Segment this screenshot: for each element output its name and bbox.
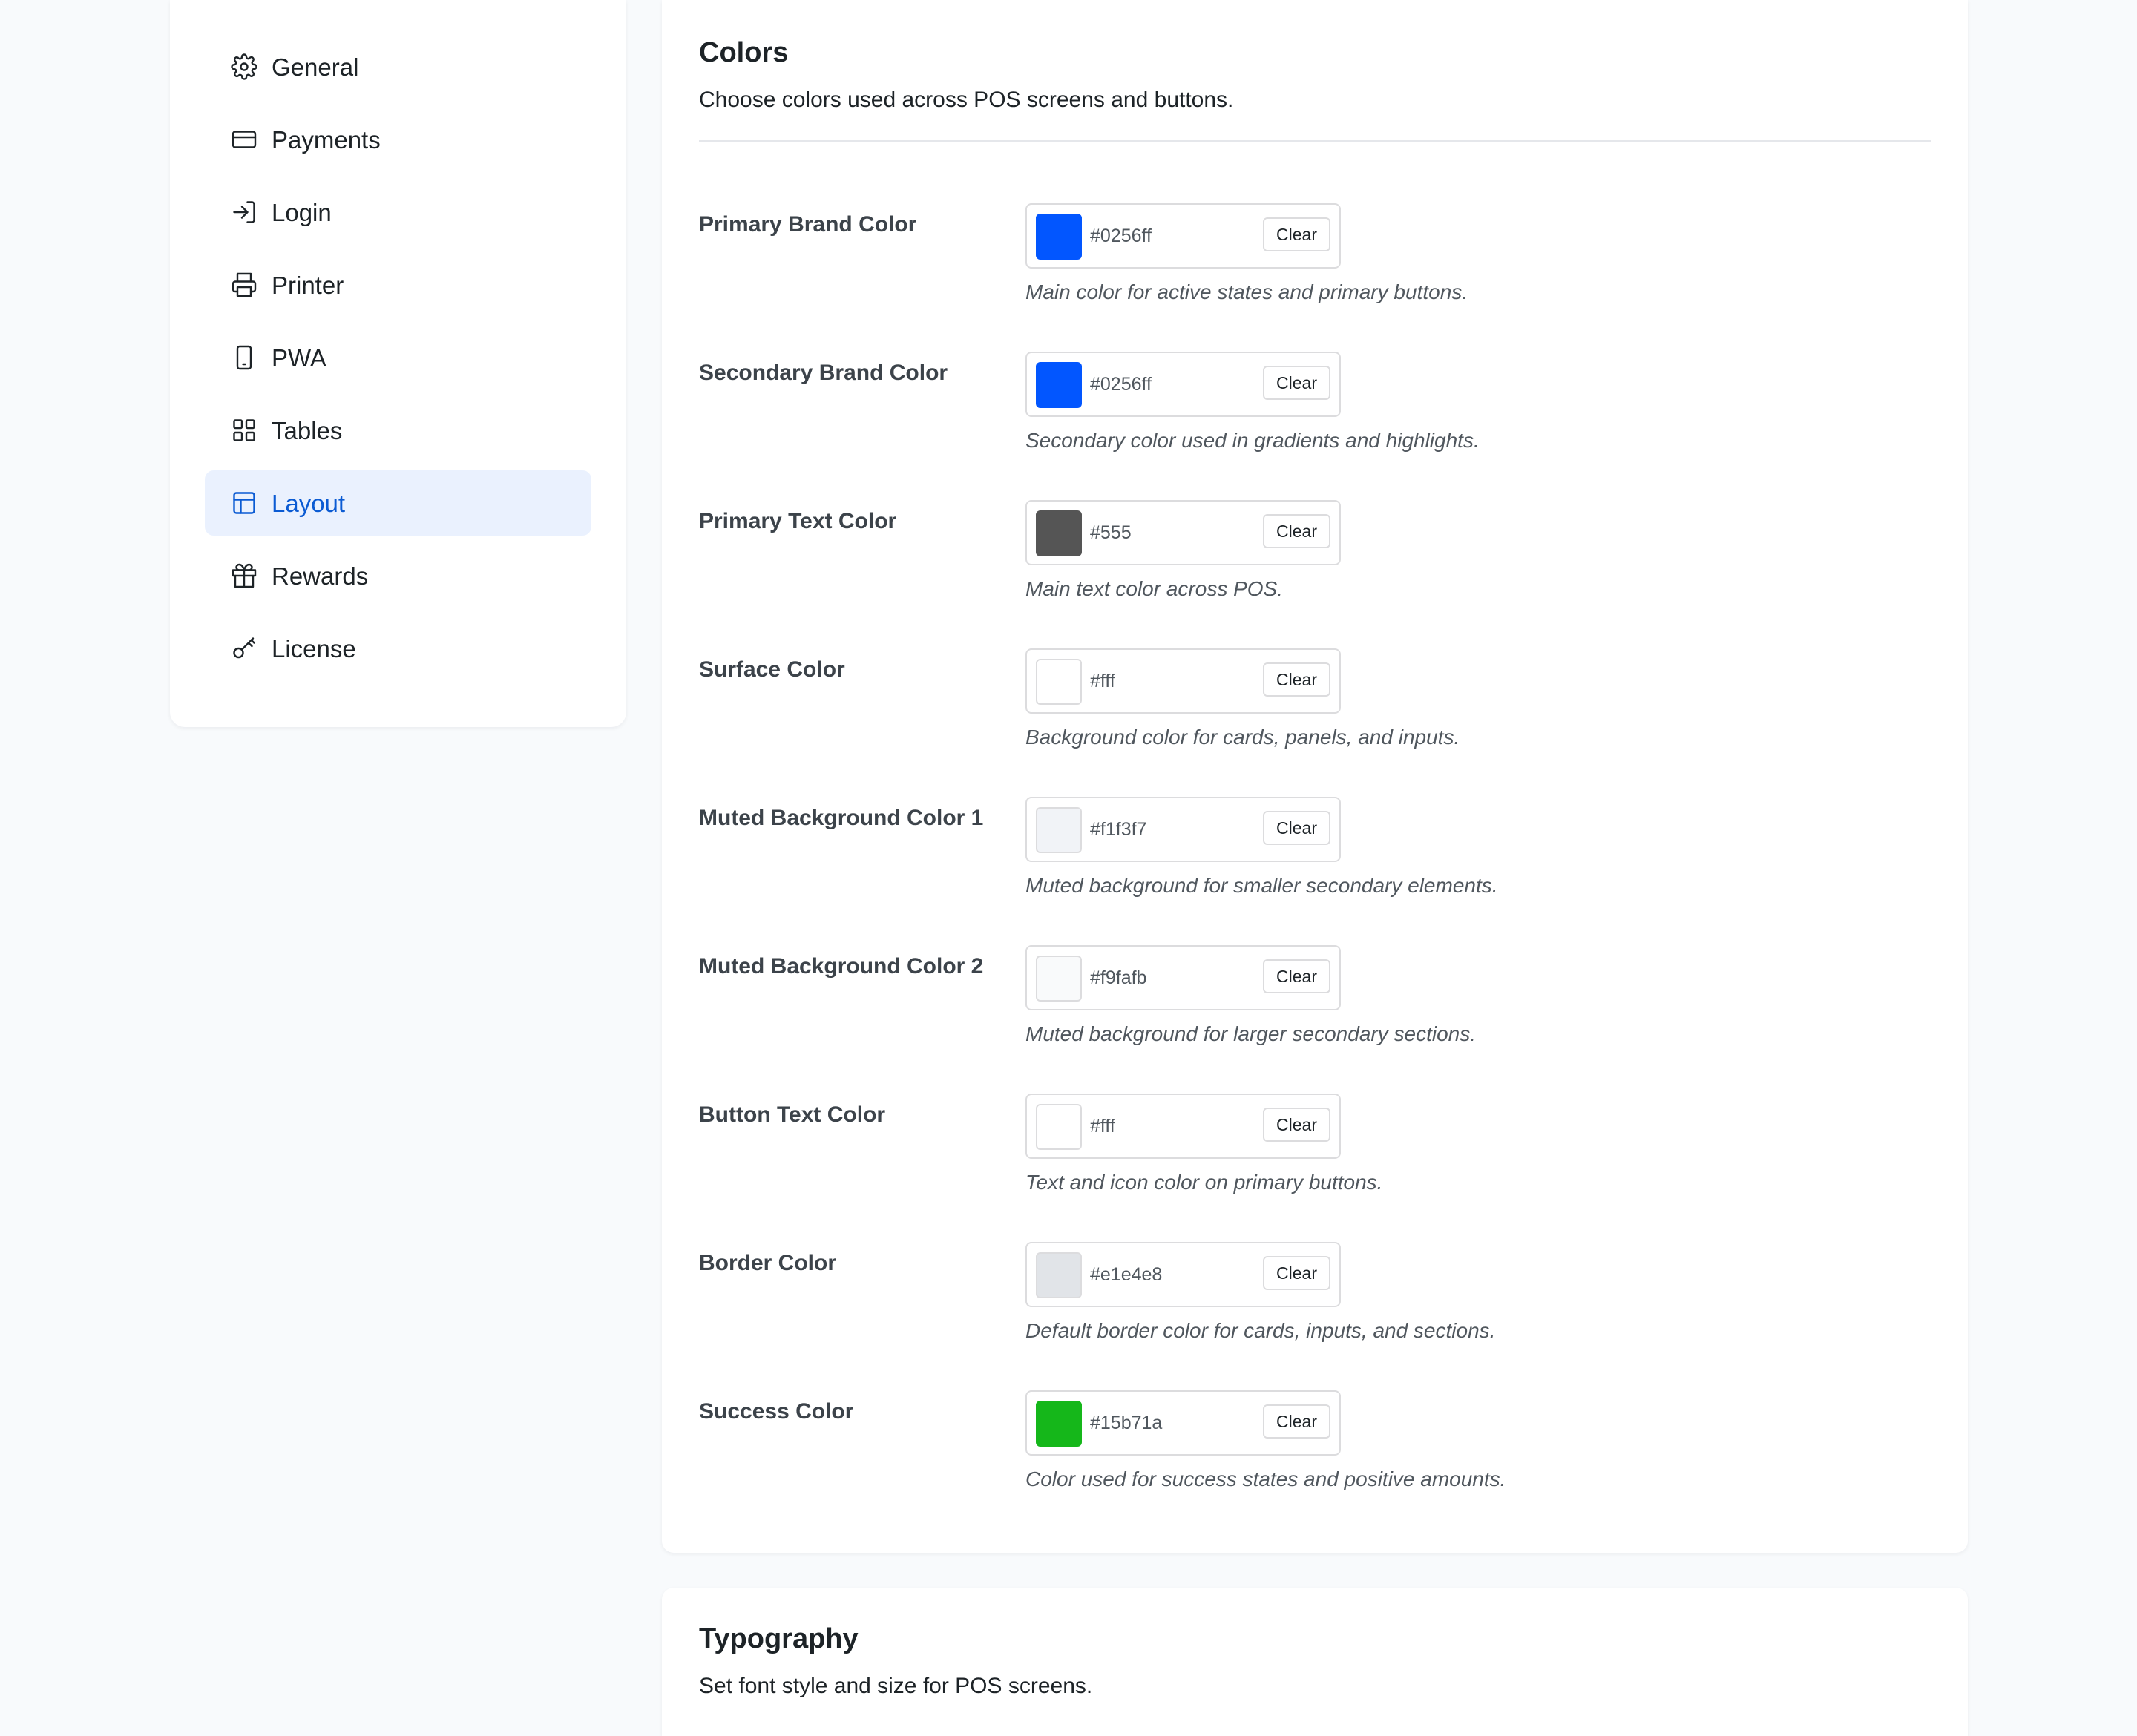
color-swatch[interactable] — [1036, 1252, 1082, 1298]
clear-button[interactable]: Clear — [1263, 1404, 1330, 1439]
clear-button[interactable]: Clear — [1263, 1256, 1330, 1290]
field-help-text: Main text color across POS. — [1025, 577, 1284, 600]
field-label: Muted Background Color 1 — [699, 806, 984, 830]
clear-button[interactable]: Clear — [1263, 662, 1330, 697]
color-hex-value[interactable]: #fff — [1090, 1116, 1115, 1137]
grid-icon — [230, 416, 258, 444]
colors-section: Colors Choose colors used across POS scr… — [662, 0, 1968, 1553]
color-picker-input[interactable]: #fff Clear — [1025, 1094, 1341, 1159]
field-help-text: Default border color for cards, inputs, … — [1025, 1319, 1496, 1342]
field-label: Primary Text Color — [699, 509, 897, 533]
credit-card-icon — [230, 125, 258, 154]
field-label: Surface Color — [699, 657, 845, 682]
sidebar-item-payments[interactable]: Payments — [205, 107, 591, 172]
sidebar-item-label: License — [272, 634, 356, 662]
sidebar-item-layout[interactable]: Layout — [205, 470, 591, 536]
clear-button[interactable]: Clear — [1263, 514, 1330, 548]
color-hex-value[interactable]: #0256ff — [1090, 226, 1152, 247]
field-label: Button Text Color — [699, 1102, 886, 1127]
sidebar-item-rewards[interactable]: Rewards — [205, 543, 591, 608]
sidebar-item-label: Payments — [272, 125, 381, 154]
color-hex-value[interactable]: #f9fafb — [1090, 967, 1146, 989]
color-swatch[interactable] — [1036, 1401, 1082, 1447]
sidebar-item-label: PWA — [272, 343, 326, 372]
sidebar-item-label: Printer — [272, 271, 344, 299]
login-icon — [230, 198, 258, 226]
section-title: Typography — [699, 1623, 859, 1654]
color-picker-input[interactable]: #15b71a Clear — [1025, 1390, 1341, 1456]
color-picker-input[interactable]: #f9fafb Clear — [1025, 945, 1341, 1010]
field-help-text: Main color for active states and primary… — [1025, 280, 1468, 303]
color-swatch[interactable] — [1036, 1104, 1082, 1150]
color-picker-input[interactable]: #0256ff Clear — [1025, 352, 1341, 417]
sidebar-item-label: Login — [272, 198, 332, 226]
color-hex-value[interactable]: #f1f3f7 — [1090, 819, 1146, 841]
color-hex-value[interactable]: #e1e4e8 — [1090, 1264, 1162, 1286]
field-help-text: Muted background for larger secondary se… — [1025, 1022, 1476, 1045]
field-primary-brand-color: Primary Brand Color #0256ff Clear Main c… — [662, 203, 1968, 329]
field-primary-text-color: Primary Text Color #555 Clear Main text … — [662, 500, 1968, 626]
color-picker-input[interactable]: #555 Clear — [1025, 500, 1341, 565]
field-help-text: Secondary color used in gradients and hi… — [1025, 429, 1480, 452]
sidebar-item-tables[interactable]: Tables — [205, 398, 591, 463]
color-swatch[interactable] — [1036, 362, 1082, 408]
field-label: Muted Background Color 2 — [699, 954, 984, 979]
clear-button[interactable]: Clear — [1263, 217, 1330, 251]
typography-section: Typography Set font style and size for P… — [662, 1588, 1968, 1736]
color-swatch[interactable] — [1036, 956, 1082, 1002]
sidebar-item-printer[interactable]: Printer — [205, 252, 591, 318]
sidebar-item-label: Layout — [272, 489, 346, 517]
field-label: Secondary Brand Color — [699, 361, 948, 385]
mobile-device-icon — [230, 343, 258, 372]
sidebar-item-label: Tables — [272, 416, 343, 444]
field-secondary-brand-color: Secondary Brand Color #0256ff Clear Seco… — [662, 352, 1968, 478]
clear-button[interactable]: Clear — [1263, 811, 1330, 845]
section-title: Colors — [699, 37, 789, 68]
color-swatch[interactable] — [1036, 510, 1082, 556]
field-label: Primary Brand Color — [699, 212, 917, 237]
sidebar-item-label: Rewards — [272, 562, 369, 590]
divider — [699, 140, 1931, 142]
field-help-text: Color used for success states and positi… — [1025, 1467, 1506, 1490]
field-help-text: Text and icon color on primary buttons. — [1025, 1171, 1383, 1194]
color-picker-input[interactable]: #f1f3f7 Clear — [1025, 797, 1341, 862]
sidebar-item-general[interactable]: General — [205, 34, 591, 99]
printer-icon — [230, 271, 258, 299]
section-description: Choose colors used across POS screens an… — [699, 88, 1234, 112]
field-label: Border Color — [699, 1251, 837, 1275]
clear-button[interactable]: Clear — [1263, 1108, 1330, 1142]
color-picker-input[interactable]: #0256ff Clear — [1025, 203, 1341, 269]
field-label: Success Color — [699, 1399, 854, 1424]
field-help-text: Muted background for smaller secondary e… — [1025, 874, 1498, 897]
sidebar-item-pwa[interactable]: PWA — [205, 325, 591, 390]
sidebar-item-login[interactable]: Login — [205, 180, 591, 245]
color-swatch[interactable] — [1036, 659, 1082, 705]
settings-sidebar: General Payments Login Printer PWA Table… — [170, 0, 626, 727]
field-muted-background-color-1: Muted Background Color 1 #f1f3f7 Clear M… — [662, 797, 1968, 923]
gift-icon — [230, 562, 258, 590]
color-hex-value[interactable]: #fff — [1090, 671, 1115, 692]
field-success-color: Success Color #15b71a Clear Color used f… — [662, 1390, 1968, 1516]
color-hex-value[interactable]: #15b71a — [1090, 1413, 1162, 1434]
layout-icon — [230, 489, 258, 517]
field-surface-color: Surface Color #fff Clear Background colo… — [662, 648, 1968, 775]
color-hex-value[interactable]: #555 — [1090, 522, 1132, 544]
section-description: Set font style and size for POS screens. — [699, 1674, 1093, 1698]
field-button-text-color: Button Text Color #fff Clear Text and ic… — [662, 1094, 1968, 1220]
color-swatch[interactable] — [1036, 807, 1082, 853]
sidebar-item-license[interactable]: License — [205, 616, 591, 681]
sidebar-item-label: General — [272, 53, 359, 81]
clear-button[interactable]: Clear — [1263, 366, 1330, 400]
color-picker-input[interactable]: #e1e4e8 Clear — [1025, 1242, 1341, 1307]
clear-button[interactable]: Clear — [1263, 959, 1330, 993]
color-picker-input[interactable]: #fff Clear — [1025, 648, 1341, 714]
color-swatch[interactable] — [1036, 214, 1082, 260]
color-hex-value[interactable]: #0256ff — [1090, 374, 1152, 395]
key-icon — [230, 634, 258, 662]
field-muted-background-color-2: Muted Background Color 2 #f9fafb Clear M… — [662, 945, 1968, 1071]
gear-icon — [230, 53, 258, 81]
field-help-text: Background color for cards, panels, and … — [1025, 726, 1460, 749]
field-border-color: Border Color #e1e4e8 Clear Default borde… — [662, 1242, 1968, 1368]
